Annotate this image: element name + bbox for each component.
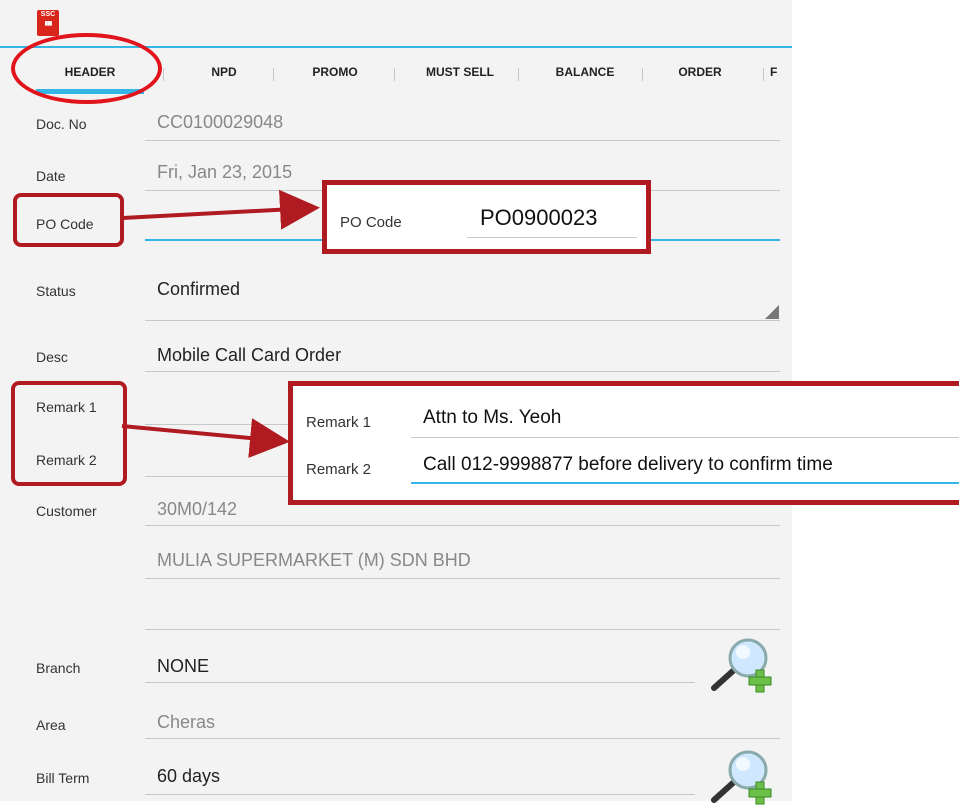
callout-po-code-value: PO0900023 [480,205,598,230]
callout-po-code-label: PO Code [340,214,402,231]
callout-remark2-value: Call 012-9998877 before delivery to conf… [423,454,833,475]
po-code-arrow [122,189,320,230]
callout-remark1-underline [411,437,959,438]
callout-remark1-value: Attn to Ms. Yeoh [423,407,562,428]
callout-remark2-underline [411,482,959,484]
callout-remark2-label: Remark 2 [306,461,372,478]
po-code-callout: PO Code PO0900023 [322,180,651,254]
callout-remark1-label: Remark 1 [306,414,372,431]
callout-po-code-underline [467,237,637,238]
remarks-callout: Remark 1 Attn to Ms. Yeoh Remark 2 Call … [288,381,959,505]
remarks-arrow [121,418,290,458]
